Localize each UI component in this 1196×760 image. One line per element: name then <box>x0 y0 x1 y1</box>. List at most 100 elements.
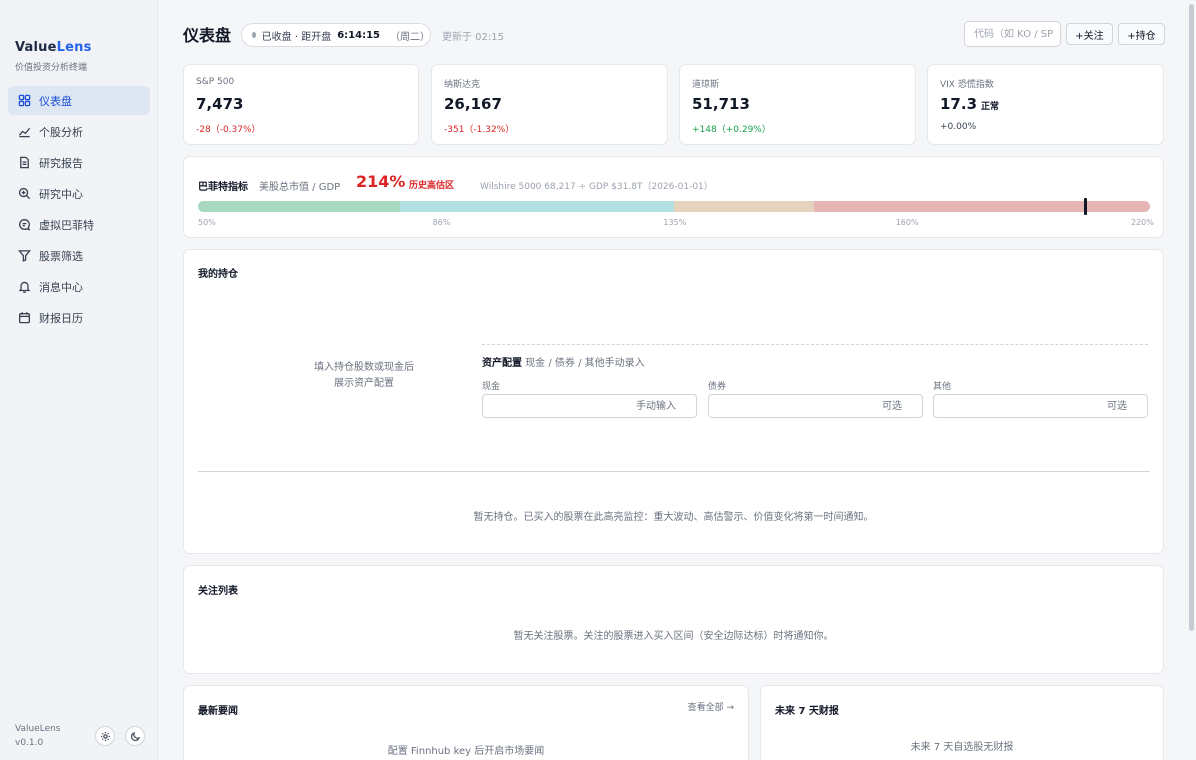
buffett-scale-segment <box>399 201 674 212</box>
bonds-input[interactable] <box>708 394 923 418</box>
buffett-scale-tick: 86% <box>432 218 451 227</box>
sidebar-nav: 仪表盘 个股分析 研究报告 研究中心 虚拟巴菲特 股票筛选 消息中心 财报日历 <box>8 86 150 334</box>
sidebar-item-label: 仪表盘 <box>39 94 72 108</box>
news-empty-message: 配置 Finnhub key 后开启市场要闻 <box>387 746 545 757</box>
sidebar-item-label: 股票筛选 <box>39 249 83 263</box>
market-countdown: 6:14:15 <box>337 29 380 41</box>
news-view-all-link[interactable]: 查看全部 → <box>688 700 734 713</box>
moon-icon <box>130 731 140 741</box>
last-updated: 更新于 02:15 <box>442 32 504 43</box>
ticker-search-input[interactable] <box>964 21 1061 47</box>
allocation-empty-line: 展示资产配置 <box>334 378 394 389</box>
holdings-title: 我的持仓 <box>198 269 238 280</box>
buffett-current-marker <box>1084 198 1088 215</box>
buffett-scale-segment <box>198 201 400 212</box>
add-holding-button[interactable]: +持仓 <box>1118 23 1165 45</box>
buffett-description: 美股总市值 / GDP <box>259 182 341 193</box>
vix-level-label: 正常 <box>981 102 1000 112</box>
index-name: 道琼斯 <box>692 80 720 90</box>
sidebar-item-label: 消息中心 <box>39 280 83 294</box>
gear-icon <box>100 731 110 741</box>
sidebar-item-dashboard[interactable]: 仪表盘 <box>8 86 150 115</box>
index-card-sp500[interactable]: S&P 500 7,473 -28（-0.37%） <box>183 64 419 145</box>
watchlist-empty-message: 暂无关注股票。关注的股票进入买入区间（安全边际达标）时将通知你。 <box>513 631 834 642</box>
holdings-card: 我的持仓 填入持仓股数或现金后 展示资产配置 资产配置 现金 / 债券 / 其他… <box>183 249 1164 554</box>
asset-allocation-header: 资产配置 现金 / 债券 / 其他手动录入 <box>482 358 645 369</box>
buffett-label: 巴菲特指标 <box>198 182 248 193</box>
index-change: -351（-1.32%） <box>444 125 515 135</box>
calendar-icon <box>19 312 30 324</box>
earnings-empty-message: 未来 7 天自选股无财报 <box>910 742 1014 753</box>
sidebar-item-stock-analysis[interactable]: 个股分析 <box>8 117 150 146</box>
status-dot-icon <box>252 32 256 38</box>
market-weekday: （周二） <box>390 31 430 43</box>
sidebar-item-virtual-buffett[interactable]: 虚拟巴菲特 <box>8 210 150 239</box>
earnings-title: 未来 7 天财报 <box>775 706 839 717</box>
app-version-info: ValueLens v0.1.0 <box>15 722 61 750</box>
buffett-source-note: Wilshire 5000 68,217 ÷ GDP $31.8T（2026-0… <box>480 182 713 192</box>
watchlist-title: 关注列表 <box>198 586 238 597</box>
buffett-scale-tick: 220% <box>1130 218 1154 227</box>
sidebar-item-label: 研究中心 <box>39 187 83 201</box>
other-input[interactable] <box>933 394 1148 418</box>
sidebar-item-message-center[interactable]: 消息中心 <box>8 272 150 301</box>
footer-version: v0.1.0 <box>15 738 44 748</box>
bonds-label: 债券 <box>708 382 727 392</box>
filter-icon <box>18 250 31 262</box>
index-value: 7,473 <box>196 95 244 113</box>
index-value: 26,167 <box>444 95 502 113</box>
theme-toggle-button[interactable] <box>125 726 145 746</box>
other-label: 其他 <box>933 382 952 392</box>
sidebar-item-stock-screener[interactable]: 股票筛选 <box>8 241 150 270</box>
market-status-pill: 已收盘 · 距开盘 6:14:15 （周二） <box>241 23 431 47</box>
sidebar-item-research-report[interactable]: 研究报告 <box>8 148 150 177</box>
sidebar-item-research-center[interactable]: 研究中心 <box>8 179 150 208</box>
cash-input[interactable] <box>482 394 697 418</box>
index-change: +148（+0.29%） <box>692 125 771 135</box>
buffett-value: 214% <box>356 172 406 191</box>
footer-app-name: ValueLens <box>15 724 61 734</box>
buffett-scale-bar <box>198 201 1150 212</box>
buffett-indicator-card: 巴菲特指标 美股总市值 / GDP 214% 历史高估区 Wilshire 50… <box>183 156 1164 238</box>
sidebar-item-label: 虚拟巴菲特 <box>39 218 94 232</box>
index-name: VIX 恐慌指数 <box>940 80 994 90</box>
index-change: +0.00% <box>940 122 977 132</box>
app-subtitle: 价值投资分析终端 <box>15 63 88 73</box>
allocation-empty-line: 填入持仓股数或现金后 <box>314 362 414 373</box>
add-watch-button[interactable]: +关注 <box>1066 23 1113 45</box>
news-title: 最新要闻 <box>198 706 238 717</box>
settings-button[interactable] <box>95 726 115 746</box>
chat-icon <box>19 219 31 231</box>
holdings-empty-message: 暂无持仓。已买入的股票在此高亮监控：重大波动、高估警示、价值变化将第一时间通知。 <box>473 512 874 523</box>
cash-label: 现金 <box>482 382 501 392</box>
index-card-nasdaq[interactable]: 纳斯达克 26,167 -351（-1.32%） <box>431 64 668 145</box>
app-logo[interactable]: ValueLens <box>15 40 92 55</box>
index-value: 17.3 正常 <box>940 95 1000 113</box>
index-change: -28（-0.37%） <box>196 125 261 135</box>
divider <box>482 344 1148 345</box>
buffett-scale-tick: 50% <box>198 218 216 227</box>
index-card-vix[interactable]: VIX 恐慌指数 17.3 正常 +0.00% <box>927 64 1164 145</box>
index-name: S&P 500 <box>196 77 235 87</box>
sidebar-item-label: 财报日历 <box>39 311 83 325</box>
news-card: 最新要闻 查看全部 → 配置 Finnhub key 后开启市场要闻 <box>183 685 749 760</box>
chart-trend-icon <box>18 127 31 138</box>
market-status-text: 已收盘 · 距开盘 <box>261 31 332 43</box>
buffett-scale-tick: 160% <box>895 218 919 227</box>
dashboard-icon <box>18 94 31 107</box>
buffett-scale-segment <box>673 201 814 212</box>
buffett-scale-segment <box>813 201 1150 212</box>
index-name: 纳斯达克 <box>444 80 481 90</box>
earnings-card: 未来 7 天财报 未来 7 天自选股无财报 <box>760 685 1164 760</box>
search-zoom-icon <box>18 187 31 200</box>
watchlist-card: 关注列表 暂无关注股票。关注的股票进入买入区间（安全边际达标）时将通知你。 <box>183 565 1164 674</box>
index-value: 51,713 <box>692 95 750 113</box>
sidebar: ValueLens 价值投资分析终端 仪表盘 个股分析 研究报告 研究中心 虚拟… <box>0 0 158 760</box>
document-icon <box>20 156 29 169</box>
buffett-scale-tick: 135% <box>663 218 687 227</box>
index-card-dow[interactable]: 道琼斯 51,713 +148（+0.29%） <box>679 64 916 145</box>
allocation-empty-state: 填入持仓股数或现金后 展示资产配置 <box>244 360 484 392</box>
sidebar-item-earnings-calendar[interactable]: 财报日历 <box>8 303 150 332</box>
page-scrollbar[interactable] <box>1189 4 1194 631</box>
sidebar-item-label: 研究报告 <box>39 156 83 170</box>
